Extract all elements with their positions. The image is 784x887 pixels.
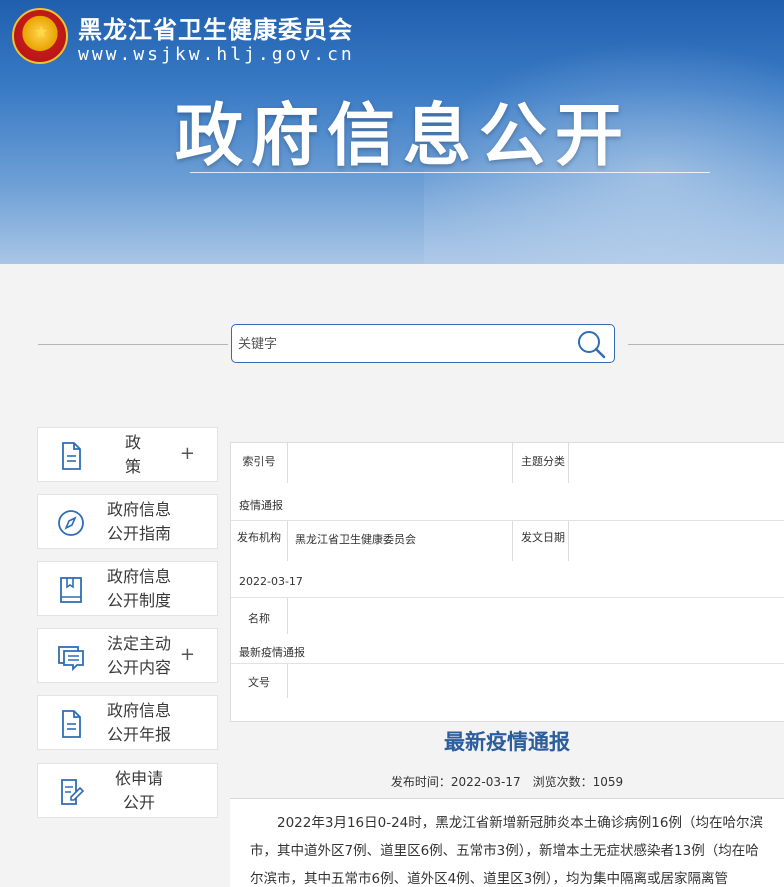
sidebar-item-label: 依申请 公开 xyxy=(114,768,163,812)
compass-icon xyxy=(54,507,88,539)
publisher-value: 黑龙江省卫生健康委员会 xyxy=(295,533,416,546)
info-row-index: 索引号 主题分类 疫情通报 xyxy=(231,443,784,521)
info-row-name: 名称 最新疫情通报 xyxy=(231,598,784,664)
sidebar-item-annual-report[interactable]: 政府信息 公开年报 xyxy=(37,695,218,750)
expand-plus-icon[interactable]: + xyxy=(180,443,195,464)
info-table: 索引号 主题分类 疫情通报 发布机构 黑龙江省卫生健康委员会 发文日期 2022… xyxy=(230,442,784,722)
sidebar-item-label: 政 策 xyxy=(124,432,182,476)
info-row-docno: 文号 xyxy=(231,664,784,723)
national-emblem-icon: ★ xyxy=(12,8,68,64)
org-url[interactable]: www.wsjkw.hlj.gov.cn xyxy=(78,44,355,65)
edit-document-icon xyxy=(54,776,88,808)
sidebar-item-system[interactable]: 政府信息 公开制度 xyxy=(37,561,218,616)
header-banner: ★ 黑龙江省卫生健康委员会 www.wsjkw.hlj.gov.cn 政府信息公… xyxy=(0,0,784,264)
title-underline xyxy=(190,172,710,173)
article-body: 2022年3月16日0-24时，黑龙江省新增新冠肺炎本土确诊病例16例（均在哈尔… xyxy=(230,799,784,887)
search-box xyxy=(231,324,615,363)
sidebar-item-guide[interactable]: 政府信息 公开指南 xyxy=(37,494,218,549)
sidebar-item-label: 法定主动 公开内容 xyxy=(106,633,171,677)
expand-plus-icon[interactable]: + xyxy=(180,644,195,665)
index-label: 索引号 xyxy=(242,455,276,468)
chat-list-icon xyxy=(54,641,88,673)
info-row-publisher: 发布机构 黑龙江省卫生健康委员会 发文日期 2022-03-17 xyxy=(231,521,784,598)
sidebar-item-policy[interactable]: 政 策 + xyxy=(37,427,218,482)
sidebar-item-statutory[interactable]: 法定主动 公开内容 + xyxy=(37,628,218,683)
topic-value: 疫情通报 xyxy=(239,499,283,512)
date-value: 2022-03-17 xyxy=(239,575,303,588)
sidebar-item-label: 政府信息 公开制度 xyxy=(106,566,171,610)
sidebar-item-label: 政府信息 公开指南 xyxy=(106,499,171,543)
docno-label: 文号 xyxy=(248,676,270,689)
main-content: 政 策 + 政府信息 公开指南 政府信息 公开制度 法定主动 公开内容 + xyxy=(10,264,784,887)
search-input[interactable] xyxy=(238,333,558,355)
divider-left xyxy=(38,344,228,345)
divider-right xyxy=(628,344,784,345)
book-icon xyxy=(54,574,88,606)
sidebar-item-label: 政府信息 公开年报 xyxy=(106,700,171,744)
date-label: 发文日期 xyxy=(521,531,565,544)
publisher-label: 发布机构 xyxy=(237,531,281,544)
document-icon xyxy=(54,440,88,472)
document-icon xyxy=(54,708,88,740)
org-name[interactable]: 黑龙江省卫生健康委员会 xyxy=(78,10,353,45)
name-label: 名称 xyxy=(248,612,270,625)
topic-label: 主题分类 xyxy=(521,455,565,468)
name-value: 最新疫情通报 xyxy=(239,646,305,659)
page-title: 政府信息公开 xyxy=(175,97,632,176)
search-icon[interactable] xyxy=(574,327,608,361)
article-title: 最新疫情通报 xyxy=(444,730,570,754)
article-meta: 发布时间：2022-03-17 浏览次数：1059 xyxy=(390,775,624,789)
sidebar-item-application[interactable]: 依申请 公开 xyxy=(37,763,218,818)
